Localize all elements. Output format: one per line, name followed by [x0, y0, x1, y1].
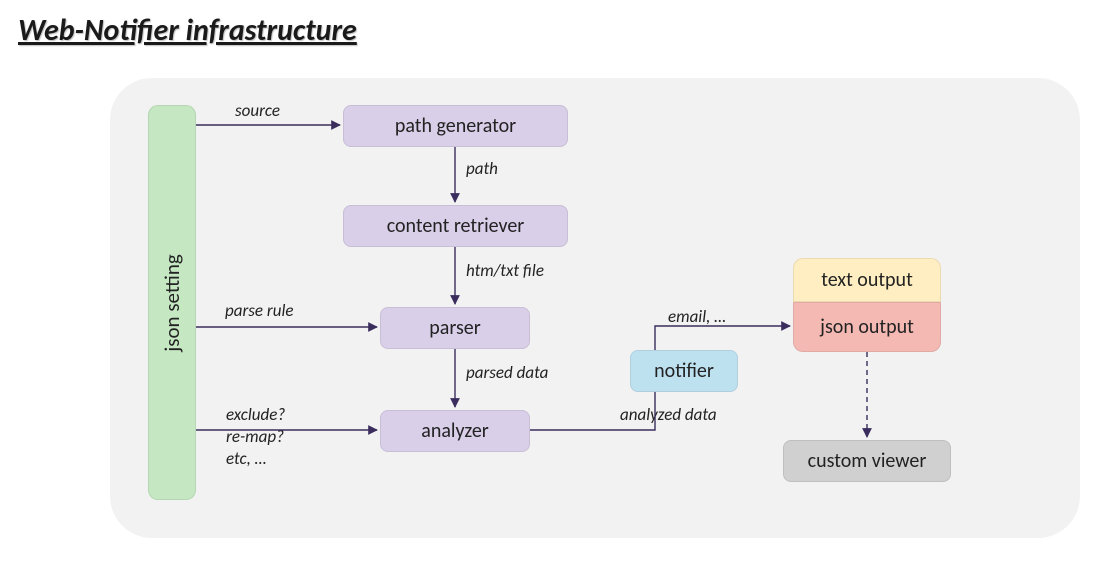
edge-label-analyzed-data: analyzed data [620, 404, 717, 425]
node-json-setting: json setting [148, 105, 196, 500]
edge-label-exclude: exclude? [226, 404, 285, 425]
edge-label-email: email, … [668, 306, 726, 327]
edge-label-parse-rule: parse rule [225, 300, 293, 321]
node-text-output: text output [793, 258, 941, 302]
node-content-retriever: content retriever [343, 205, 568, 247]
node-json-setting-label: json setting [159, 254, 185, 352]
edge-label-parsed-data: parsed data [466, 362, 548, 383]
node-parser: parser [380, 307, 530, 349]
edge-label-remap: re-map? [226, 426, 284, 447]
node-path-generator: path generator [343, 105, 568, 147]
edge-label-path: path [466, 158, 498, 179]
node-notifier: notifier [630, 350, 738, 392]
node-analyzer: analyzer [380, 410, 530, 452]
edge-label-etc: etc, … [226, 448, 266, 469]
edge-label-source: source [235, 100, 280, 121]
node-json-output: json output [793, 302, 941, 352]
node-custom-viewer: custom viewer [783, 440, 951, 482]
edge-label-htm-txt: htm/txt file [466, 260, 544, 281]
diagram-title: Web-Notifier infrastructure [18, 12, 357, 49]
